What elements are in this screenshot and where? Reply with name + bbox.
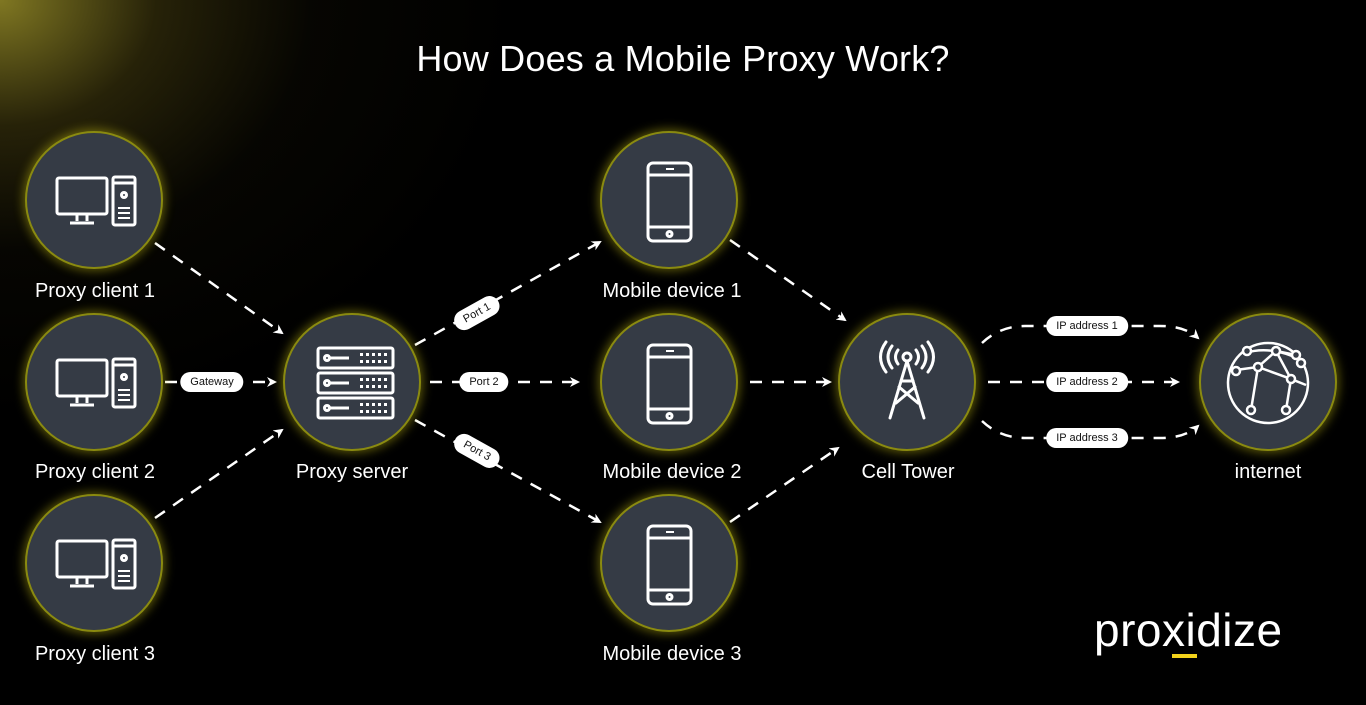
- smartphone-icon: [646, 161, 693, 243]
- node-mobile-device-1: [600, 131, 738, 269]
- label-internet: internet: [1234, 461, 1302, 483]
- desktop-computer-icon: [55, 357, 137, 409]
- label-cell-tower: Cell Tower: [861, 461, 955, 483]
- edge-server-mobile1: [414, 240, 602, 347]
- edge-label-ip-address-3: IP address 3: [1046, 428, 1128, 448]
- node-cell-tower: [838, 313, 976, 451]
- label-mobile-device-2: Mobile device 2: [602, 461, 742, 483]
- diagram-canvas: How Does a Mobile Proxy Work? Proxy clie…: [0, 0, 1366, 705]
- label-proxy-server: Proxy server: [295, 461, 409, 483]
- edge-mobile1-tower: [729, 238, 847, 322]
- server-rack-icon: [316, 346, 395, 420]
- proxidize-logo: proxidize: [1094, 604, 1283, 656]
- node-proxy-server: [283, 313, 421, 451]
- desktop-computer-icon: [55, 175, 137, 227]
- desktop-computer-icon: [55, 538, 137, 590]
- label-proxy-client-3: Proxy client 3: [34, 643, 156, 665]
- edge-label-ip-address-2: IP address 2: [1046, 372, 1128, 392]
- node-internet: [1199, 313, 1337, 451]
- smartphone-icon: [646, 524, 693, 606]
- edge-label-ip-address-1: IP address 1: [1046, 316, 1128, 336]
- globe-network-icon: [1226, 341, 1310, 425]
- node-proxy-client-1: [25, 131, 163, 269]
- edge-mobile3-tower: [729, 446, 840, 524]
- logo-accent-underline: [1172, 654, 1197, 658]
- label-mobile-device-3: Mobile device 3: [602, 643, 742, 665]
- edge-label-gateway: Gateway: [180, 372, 244, 392]
- smartphone-icon: [646, 343, 693, 425]
- cell-tower-icon: [879, 340, 935, 420]
- edge-label-port-2: Port 2: [459, 372, 509, 392]
- edge-client1-server: [154, 241, 284, 335]
- edge-client3-server: [154, 428, 284, 520]
- label-proxy-client-2: Proxy client 2: [34, 461, 156, 483]
- node-mobile-device-2: [600, 313, 738, 451]
- edge-server-mobile3: [414, 418, 602, 524]
- label-mobile-device-1: Mobile device 1: [602, 280, 742, 302]
- node-proxy-client-3: [25, 494, 163, 632]
- node-proxy-client-2: [25, 313, 163, 451]
- label-proxy-client-1: Proxy client 1: [34, 280, 156, 302]
- node-mobile-device-3: [600, 494, 738, 632]
